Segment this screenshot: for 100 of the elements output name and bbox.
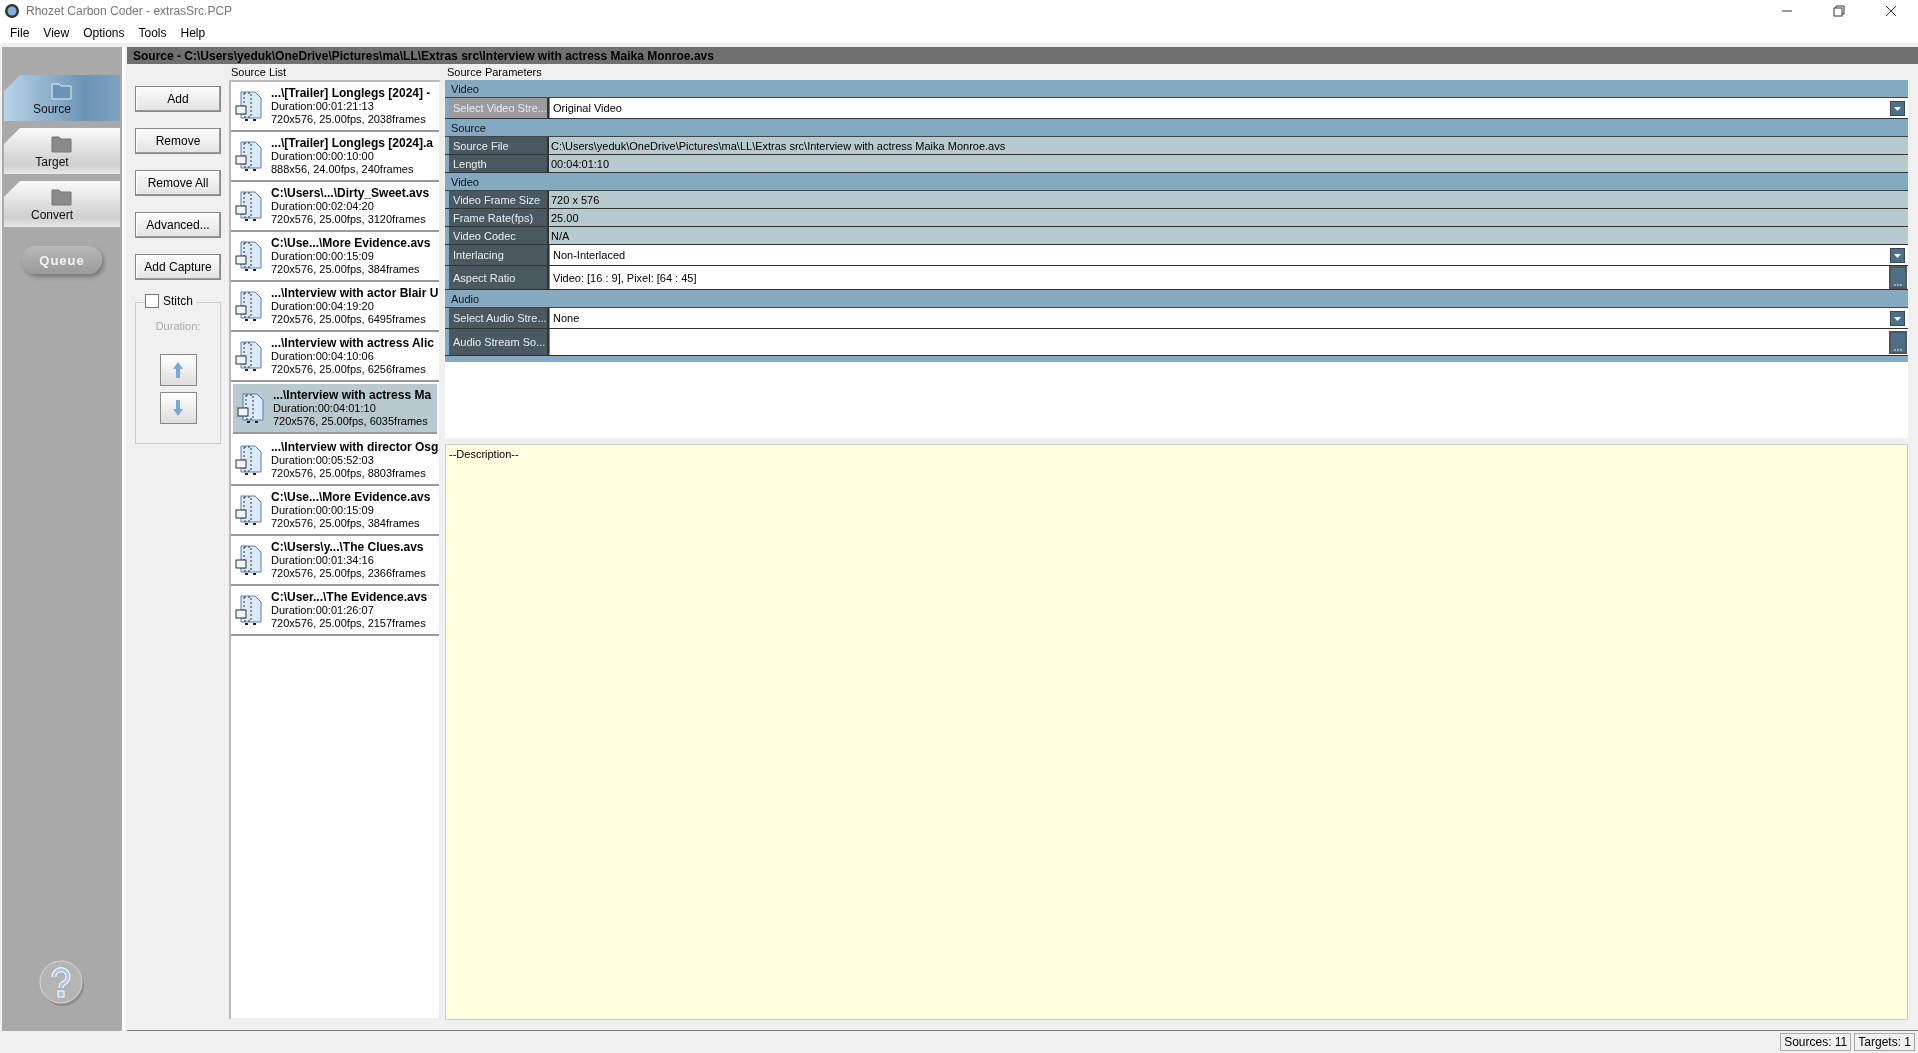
status-count: Targets: 1: [1854, 1033, 1915, 1051]
action-button[interactable]: Add: [135, 86, 221, 112]
menu-item[interactable]: Tools: [132, 25, 173, 40]
source-duration: Duration:00:04:19:20: [271, 300, 375, 313]
source-duration: Duration:00:00:15:09: [271, 504, 375, 517]
description-box: --Description--: [445, 444, 1908, 1020]
property-label: Video Frame Size: [449, 191, 549, 208]
source-duration: Duration:00:02:04:20: [271, 200, 375, 213]
property-label: Source File: [449, 137, 549, 154]
ellipsis-icon: [1894, 282, 1902, 287]
move-down-button[interactable]: [159, 392, 197, 424]
property-value: 720 x 576: [549, 191, 1908, 208]
property-label: Select Audio Stre...: [449, 308, 549, 328]
menu-item[interactable]: View: [37, 25, 76, 40]
source-file-name: ...\[Trailer] Longlegs [2024].a: [271, 136, 434, 150]
source-file-name: ...\Interview with actor Blair U: [271, 286, 439, 300]
menu-item[interactable]: File: [4, 25, 36, 40]
property-label: Aspect Ratio: [449, 266, 549, 289]
down-arrow-icon: [172, 399, 184, 417]
video-file-icon: [233, 289, 265, 323]
source-file-name: C:\Users\...\Dirty_Sweet.avs: [271, 186, 430, 200]
action-button[interactable]: Add Capture: [135, 254, 221, 280]
action-button[interactable]: Advanced...: [135, 212, 221, 238]
property-label: Select Video Stre...: [449, 98, 549, 118]
action-button[interactable]: Remove: [135, 128, 221, 154]
property-label: Audio Stream So...: [449, 329, 549, 355]
move-up-button[interactable]: [159, 354, 197, 386]
source-duration: Duration:00:00:10:00: [271, 150, 375, 163]
source-file-name: ...\Interview with actress Alic: [271, 336, 434, 350]
menu-item[interactable]: Options: [77, 25, 131, 40]
source-item[interactable]: ...\Interview with actress Ma Duration:00:04:01:10 720x576, 25.00fps, 6035frames: [233, 384, 437, 434]
video-file-icon: [233, 493, 265, 527]
duration-label: Duration:: [155, 320, 201, 332]
property-field[interactable]: Video: [16 : 9], Pixel: [64 : 45]: [549, 266, 1908, 289]
source-path-header: Source - C:\Users\yeduk\OneDrive\Pictures\ma\LL\Extras src\Interview with actress Maika Monroe.avs: [127, 47, 1918, 64]
folder-icon: [49, 186, 75, 208]
source-file-name: C:\Use...\More Evidence.avs: [271, 490, 431, 504]
source-info: 720x576, 25.00fps, 384frames: [271, 517, 421, 530]
source-file-name: C:\Use...\More Evidence.avs: [271, 236, 431, 250]
video-file-icon: [233, 89, 265, 123]
source-info: 720x576, 25.00fps, 8803frames: [271, 467, 427, 480]
source-file-name: C:\Users\y...\The Clues.avs: [271, 540, 425, 554]
video-file-icon: [233, 339, 265, 373]
source-info: 888x56, 24.00fps, 240frames: [271, 163, 415, 176]
property-label: Frame Rate(fps): [449, 209, 549, 226]
source-duration: Duration:00:00:15:09: [271, 250, 375, 263]
property-label: Interlacing: [449, 245, 549, 265]
source-duration: Duration:00:05:52:03: [271, 454, 375, 467]
dropdown-icon[interactable]: [1890, 310, 1905, 326]
source-file-name: C:\User...\The Evidence.avs: [271, 590, 428, 604]
source-duration: Duration:00:01:21:13: [271, 100, 375, 113]
folder-icon: [49, 80, 75, 102]
menu-item[interactable]: Help: [174, 25, 212, 40]
app-logo-icon: [4, 3, 20, 19]
stitch-label: Stitch: [163, 294, 193, 308]
source-info: 720x576, 25.00fps, 6256frames: [271, 363, 427, 376]
property-value: C:\Users\yeduk\OneDrive\Pictures\ma\LL\Extras src\Interview with actress Maika Monroe.avs: [549, 137, 1908, 154]
property-dropdown[interactable]: Non-Interlaced: [549, 245, 1908, 265]
nav-tab[interactable]: Source: [4, 75, 120, 121]
property-value: N/A: [549, 227, 1908, 244]
folder-icon: [49, 133, 75, 155]
source-info: 720x576, 25.00fps, 2038frames: [271, 113, 427, 126]
nav-tab[interactable]: Target: [4, 128, 120, 174]
property-dropdown[interactable]: None: [549, 308, 1908, 328]
property-value: 25.00: [549, 209, 1908, 226]
source-file-name: ...\Interview with director Osg: [271, 440, 439, 454]
source-duration: Duration:00:04:10:06: [271, 350, 375, 363]
video-file-icon: [233, 189, 265, 223]
video-file-icon: [233, 543, 265, 577]
video-file-icon: [233, 443, 265, 477]
property-value: 00:04:01:10: [549, 155, 1908, 172]
parameters-title: Source Parameters: [446, 65, 543, 80]
dropdown-icon[interactable]: [1890, 100, 1905, 116]
source-duration: Duration:00:01:34:16: [271, 554, 375, 567]
source-info: 720x576, 25.00fps, 6495frames: [271, 313, 427, 326]
source-file-name: ...\Interview with actress Ma: [273, 388, 432, 402]
property-label: Length: [449, 155, 549, 172]
up-arrow-icon: [172, 361, 184, 379]
source-info: 720x576, 25.00fps, 384frames: [271, 263, 421, 276]
video-file-icon: [233, 139, 265, 173]
nav-tab[interactable]: Convert: [4, 181, 120, 227]
ellipsis-icon: [1894, 346, 1902, 352]
video-file-icon: [233, 593, 265, 627]
browse-button[interactable]: [1889, 330, 1907, 354]
video-file-icon: [235, 391, 267, 425]
action-button[interactable]: Remove All: [135, 170, 221, 196]
video-file-icon: [233, 239, 265, 273]
source-info: 720x576, 25.00fps, 2157frames: [271, 617, 427, 630]
source-list-title: Source List: [230, 65, 288, 80]
source-info: 720x576, 25.00fps, 6035frames: [273, 415, 429, 428]
property-label: Video Codec: [449, 227, 549, 244]
source-duration: Duration:00:01:26:07: [271, 604, 375, 617]
source-info: 720x576, 25.00fps, 3120frames: [271, 213, 427, 226]
dropdown-icon[interactable]: [1890, 247, 1905, 263]
source-duration: Duration:00:04:01:10: [273, 402, 377, 415]
source-info: 720x576, 25.00fps, 2366frames: [271, 567, 426, 580]
property-dropdown[interactable]: Original Video: [549, 98, 1908, 118]
status-count: Sources: 11: [1780, 1033, 1852, 1051]
window-title: Rhozet Carbon Coder - extrasSrc.PCP: [26, 4, 234, 18]
source-file-name: ...\[Trailer] Longlegs [2024] -: [271, 86, 431, 100]
